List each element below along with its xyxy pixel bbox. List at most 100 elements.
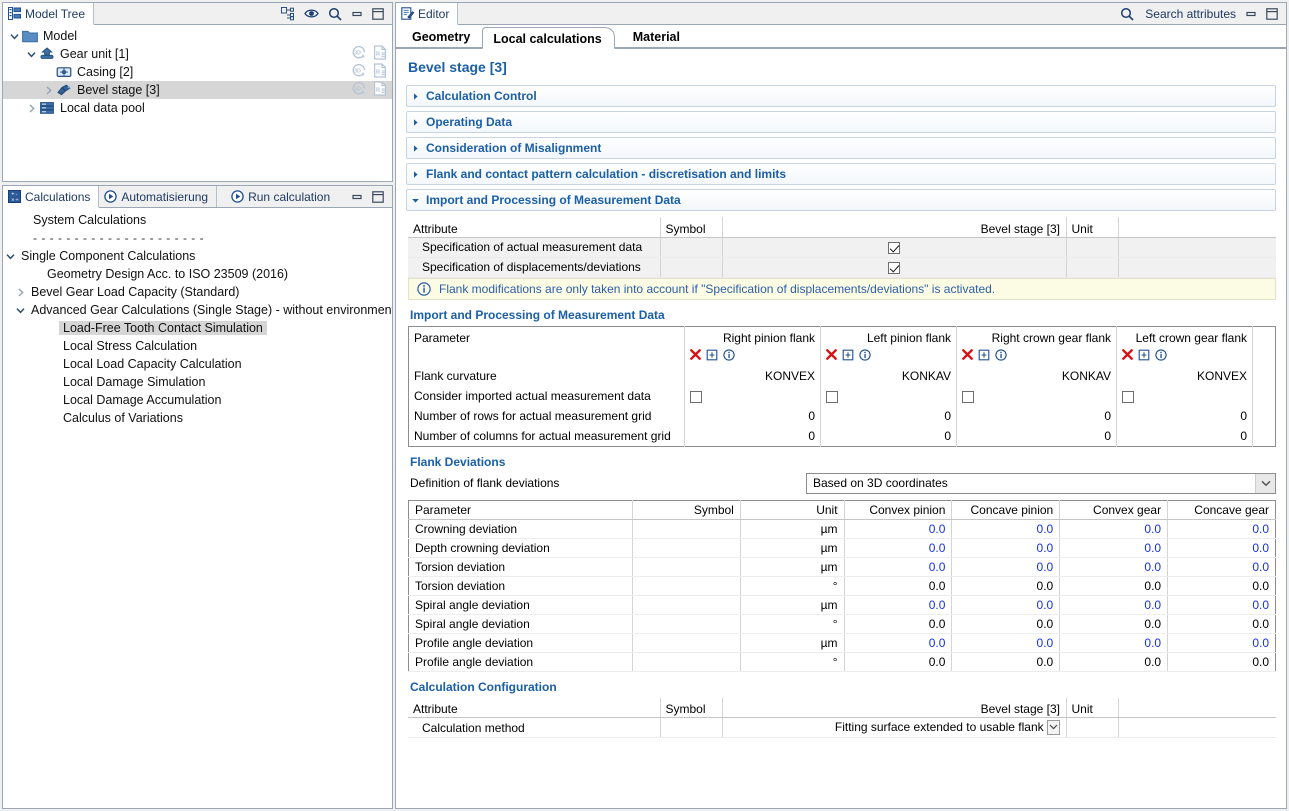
search-icon[interactable] [1120,7,1134,21]
triangle-down-icon[interactable] [411,196,420,205]
import-file-icon[interactable] [978,349,990,361]
calculation-item-system-calculations[interactable]: System Calculations [3,211,392,229]
calculation-item-advanced-gear-calculations-single-stage-withou[interactable]: Advanced Gear Calculations (Single Stage… [3,301,392,319]
value-concave-gear[interactable]: 0.0 [1168,633,1276,652]
definition-of-flank-deviations-select[interactable]: Based on 3D coordinates [806,473,1276,494]
calculation-item-bevel-gear-load-capacity-standard[interactable]: Bevel Gear Load Capacity (Standard) [3,283,392,301]
value-concave-pinion[interactable]: 0.0 [952,519,1060,538]
checkbox[interactable] [1122,391,1134,403]
chevron-right-icon[interactable] [41,83,55,97]
import-file-icon[interactable] [1138,349,1150,361]
value-convex-pinion[interactable]: 0.0 [844,557,952,576]
import-file-icon[interactable] [842,349,854,361]
info-icon[interactable] [1155,349,1167,361]
value-convex-pinion[interactable]: 0.0 [844,633,952,652]
delete-icon[interactable] [690,349,701,360]
delete-icon[interactable] [1122,349,1133,360]
search-attributes-label[interactable]: Search attributes [1145,7,1236,21]
delete-icon[interactable] [826,349,837,360]
tab-calculations[interactable]: + - × ÷ Calculations [3,186,99,208]
report-icon[interactable]: R [373,63,388,81]
value-convex-gear[interactable]: 0.0 [1060,557,1168,576]
value-concave-pinion[interactable]: 0.0 [952,633,1060,652]
value-concave-gear[interactable]: 0.0 [1168,557,1276,576]
value-concave-pinion[interactable]: 0.0 [952,557,1060,576]
triangle-right-icon[interactable] [411,170,420,179]
triangle-right-icon[interactable] [411,118,420,127]
info-icon[interactable] [723,349,735,361]
checkbox[interactable] [826,391,838,403]
tab-geometry[interactable]: Geometry [402,26,482,48]
triangle-right-icon[interactable] [411,144,420,153]
info-icon[interactable] [995,349,1007,361]
chevron-right-icon[interactable] [13,285,27,299]
maximize-icon[interactable] [372,8,384,20]
section-header-flank-and-contact-pattern-calculation-discreti[interactable]: Flank and contact pattern calculation - … [406,163,1276,185]
calculation-item-local-damage-simulation[interactable]: Local Damage Simulation [3,373,392,391]
section-header-import-and-processing-of-measurement-data[interactable]: Import and Processing of Measurement Dat… [406,189,1276,211]
tab-material[interactable]: Material [615,26,692,48]
delete-icon[interactable] [962,349,973,360]
tree-item-bevel-stage-3[interactable]: Bevel stage [3]3DR [3,81,392,99]
value-concave-pinion[interactable]: 0.0 [952,538,1060,557]
calculation-item-local-load-capacity-calculation[interactable]: Local Load Capacity Calculation [3,355,392,373]
import-file-icon[interactable] [706,349,718,361]
value-concave-gear[interactable]: 0.0 [1168,595,1276,614]
value-convex-pinion[interactable]: 0.0 [844,538,952,557]
chevron-down-icon[interactable] [13,303,27,317]
calculation-item-load-free-tooth-contact-simulation[interactable]: Load-Free Tooth Contact Simulation [3,319,392,337]
view-3d-icon[interactable]: 3D [351,63,367,81]
value-concave-gear[interactable]: 0.0 [1168,519,1276,538]
section-header-consideration-of-misalignment[interactable]: Consideration of Misalignment [406,137,1276,159]
value-convex-gear[interactable]: 0.0 [1060,633,1168,652]
tree-item-local-data-pool[interactable]: Local data pool [3,99,392,117]
calculation-item-single-component-calculations[interactable]: Single Component Calculations [3,247,392,265]
section-header-operating-data[interactable]: Operating Data [406,111,1276,133]
checkbox[interactable] [962,391,974,403]
calculation-item-local-stress-calculation[interactable]: Local Stress Calculation [3,337,392,355]
minimize-icon[interactable] [1245,9,1257,19]
tab-automatisierung[interactable]: Automatisierung [99,186,217,207]
chevron-down-icon[interactable] [1047,720,1060,735]
triangle-right-icon[interactable] [411,92,420,101]
chevron-down-icon[interactable] [1255,474,1275,493]
minimize-icon[interactable] [351,9,363,19]
calculation-item-geometry-design-acc-to-iso-23509-2016[interactable]: Geometry Design Acc. to ISO 23509 (2016) [3,265,392,283]
maximize-icon[interactable] [372,191,384,203]
chevron-down-icon[interactable] [24,47,38,61]
value-concave-pinion[interactable]: 0.0 [952,595,1060,614]
tab-editor[interactable]: Editor [396,3,458,25]
tab-local-calculations[interactable]: Local calculations [482,27,614,49]
report-icon[interactable]: R [373,81,388,99]
calculation-item-local-damage-accumulation[interactable]: Local Damage Accumulation [3,391,392,409]
value-concave-gear[interactable]: 0.0 [1168,538,1276,557]
info-icon[interactable] [859,349,871,361]
link-tree-icon[interactable] [281,7,295,21]
value-convex-gear[interactable]: 0.0 [1060,595,1168,614]
value-convex-pinion[interactable]: 0.0 [844,519,952,538]
checkbox[interactable] [888,262,900,274]
checkbox[interactable] [888,242,900,254]
view-3d-icon[interactable]: 3D [351,45,367,63]
minimize-icon[interactable] [351,192,363,202]
chevron-right-icon[interactable] [24,101,38,115]
value-convex-pinion[interactable]: 0.0 [844,595,952,614]
tree-item-model[interactable]: Model [3,27,392,45]
report-icon[interactable]: R [373,45,388,63]
calculation-method-select[interactable]: Fitting surface extended to usable flank [722,718,1065,738]
checkbox[interactable] [690,391,702,403]
run-calculation-button[interactable]: Run calculation [217,186,338,207]
chevron-down-icon[interactable] [7,29,21,43]
tree-item-gear-unit-1[interactable]: Gear unit [1]3DR [3,45,392,63]
value-convex-gear[interactable]: 0.0 [1060,519,1168,538]
calculation-item-calculus-of-variations[interactable]: Calculus of Variations [3,409,392,427]
eye-icon[interactable] [304,8,319,19]
tab-model-tree[interactable]: Model Tree [3,3,94,25]
value-convex-gear[interactable]: 0.0 [1060,538,1168,557]
section-header-calculation-control[interactable]: Calculation Control [406,85,1276,107]
maximize-icon[interactable] [1266,8,1278,20]
chevron-down-icon[interactable] [3,249,17,263]
search-icon[interactable] [328,7,342,21]
view-3d-icon[interactable]: 3D [351,81,367,99]
tree-item-casing-2[interactable]: Casing [2]3DR [3,63,392,81]
